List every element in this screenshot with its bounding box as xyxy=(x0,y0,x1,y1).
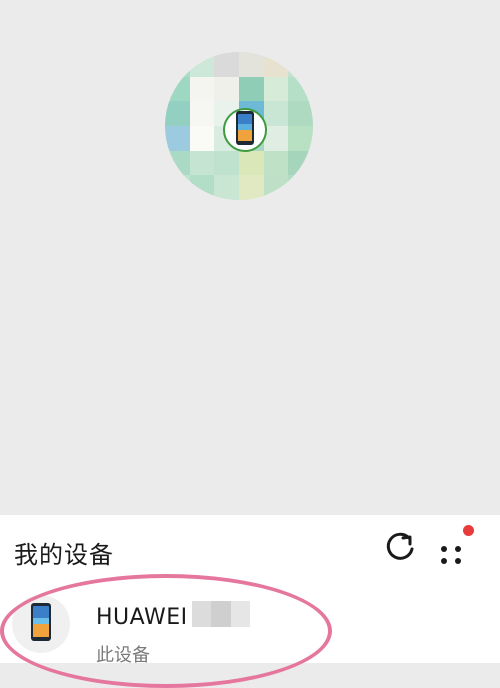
my-devices-panel: 我的设备 HUAWEI 此设备 xyxy=(0,515,500,666)
device-badge xyxy=(223,108,267,152)
refresh-button[interactable] xyxy=(380,529,420,569)
notification-dot xyxy=(463,525,474,536)
device-subtitle: 此设备 xyxy=(96,645,150,666)
device-name: HUAWEI xyxy=(96,605,188,630)
panel-title: 我的设备 xyxy=(14,541,114,569)
device-name-blur xyxy=(192,601,250,627)
more-dots-icon xyxy=(432,546,476,573)
refresh-icon xyxy=(383,530,417,568)
phone-icon xyxy=(30,602,52,646)
scan-area xyxy=(0,0,500,515)
phone-icon xyxy=(235,110,255,150)
user-avatar[interactable] xyxy=(165,52,313,200)
more-button[interactable] xyxy=(432,525,476,569)
device-list-item[interactable]: HUAWEI 此设备 xyxy=(0,585,500,666)
device-avatar xyxy=(12,595,70,653)
